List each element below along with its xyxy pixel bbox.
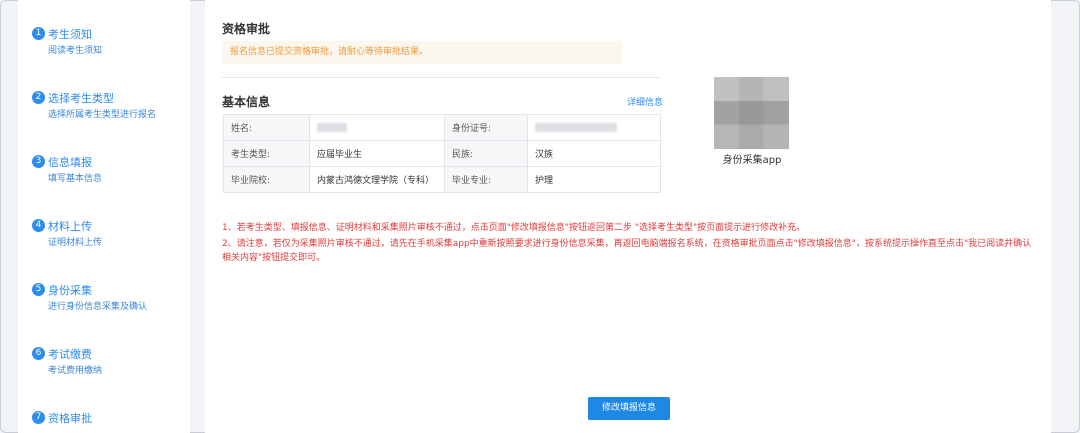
table-row: 姓名: 身份证号:	[223, 114, 661, 141]
id-photo-image	[714, 77, 789, 149]
ethnicity-label: 民族:	[444, 140, 528, 167]
major-label: 毕业专业:	[444, 166, 528, 193]
ethnicity-value: 汉族	[527, 140, 661, 167]
page-title: 资格审批	[222, 22, 271, 36]
step-number: 2	[32, 91, 45, 104]
modify-info-button[interactable]: 修改填报信息	[588, 397, 670, 420]
step-description: 阅读考生须知	[48, 46, 103, 56]
step-title: 身份采集	[48, 284, 92, 297]
school-value: 内蒙古鸿德文理学院（专科）	[309, 166, 445, 193]
step-number: 7	[32, 411, 45, 424]
redacted-name	[317, 122, 347, 132]
step-number: 1	[32, 27, 45, 40]
main-panel: 资格审批 报名信息已提交资格审批，请耐心等待审批结果。 基本信息 详细信息 姓名…	[205, 0, 1051, 433]
note-item: 2、请注意，若仅为采集照片审核不通过，请先在手机采集app中重新按照要求进行身份…	[222, 239, 1032, 263]
photo-caption: 身份采集app	[722, 155, 782, 166]
step-description: 证明材料上传	[48, 238, 103, 248]
step-title: 信息填报	[48, 156, 92, 169]
step-title: 选择考生类型	[48, 92, 114, 105]
major-value: 护理	[527, 166, 661, 193]
candidate-type-value: 应届毕业生	[309, 140, 445, 167]
note-item: 1、若考生类型、填报信息、证明材料和采集照片审核不通过，点击页面"修改填报信息"…	[222, 223, 806, 233]
step-sidebar: 1 考生须知 阅读考生须知 2 选择考生类型 选择所属考生类型进行报名 3 信息…	[18, 0, 190, 433]
step-title: 考试缴费	[48, 348, 92, 361]
step-description: 选择所属考生类型进行报名	[48, 110, 157, 120]
basic-info-title: 基本信息	[222, 95, 271, 109]
step-title: 材料上传	[48, 220, 92, 233]
redacted-id-number	[535, 122, 617, 132]
step-number: 6	[32, 347, 45, 360]
step-number: 5	[32, 283, 45, 296]
status-notice: 报名信息已提交资格审批，请耐心等待审批结果。	[222, 41, 622, 64]
detail-info-link[interactable]: 详细信息	[627, 95, 663, 108]
school-label: 毕业院校:	[223, 166, 310, 193]
id-number-value	[527, 114, 661, 141]
candidate-type-label: 考生类型:	[223, 140, 310, 167]
name-label: 姓名:	[223, 114, 310, 141]
step-description: 考试费用缴纳	[48, 366, 103, 376]
divider	[222, 77, 660, 78]
table-row: 毕业院校: 内蒙古鸿德文理学院（专科） 毕业专业: 护理	[223, 166, 661, 193]
name-value	[309, 114, 445, 141]
step-number: 3	[32, 155, 45, 168]
basic-info-table: 姓名: 身份证号: 考生类型: 应届毕业生 民族: 汉族 毕业院校: 内蒙古鸿德…	[223, 114, 661, 193]
id-number-label: 身份证号:	[444, 114, 528, 141]
step-title: 资格审批	[48, 412, 92, 425]
step-description: 填写基本信息	[48, 174, 103, 184]
step-description: 进行身份信息采集及确认	[48, 302, 148, 312]
step-title: 考生须知	[48, 28, 92, 41]
table-row: 考生类型: 应届毕业生 民族: 汉族	[223, 140, 661, 167]
step-number: 4	[32, 219, 45, 232]
instruction-notes: 1、若考生类型、填报信息、证明材料和采集照片审核不通过，点击页面"修改填报信息"…	[222, 221, 1038, 267]
